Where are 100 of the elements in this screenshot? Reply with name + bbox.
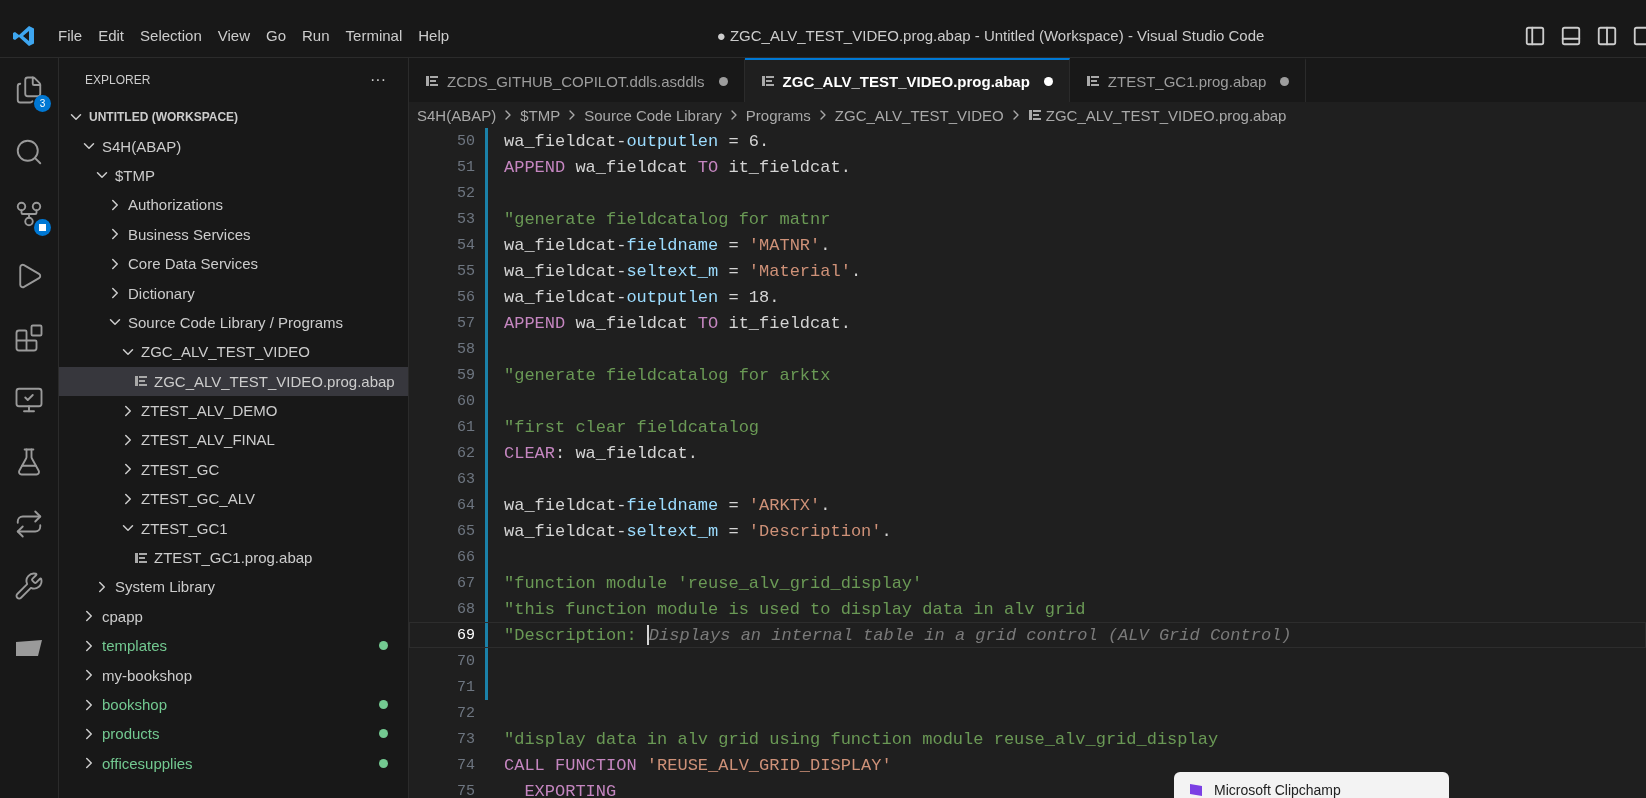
file-icon [1085,74,1100,88]
code-line: "Description: [504,625,638,645]
line-number: 57 [456,314,475,332]
tree-abap-entry[interactable]: ZTEST_GC1.prog.abap [59,542,408,573]
code-line: "first clear fieldcatalog [504,417,760,437]
search-icon[interactable] [14,137,44,167]
wrench-icon[interactable] [14,571,44,601]
tree-folder-entry[interactable]: $TMP [59,160,408,191]
line-number: 72 [456,704,475,722]
menu-item[interactable]: File [50,23,91,48]
item-label: Authorizations [128,196,224,214]
tree-folder-entry[interactable]: ZTEST_GC [59,454,408,485]
tree-folder-entry[interactable]: ZTEST_ALV_DEMO [59,395,408,426]
code-line: CLEAR: wa_fieldcat. [504,443,698,463]
tree-folder-entry[interactable]: cpapp [59,601,408,632]
menu-item[interactable]: Go [258,23,294,48]
code-line: wa_fieldcat-seltext_m = 'Description'. [504,521,892,541]
breadcrumb-item[interactable]: $TMP [520,106,561,124]
line-number: 65 [456,522,475,540]
item-label: Dictionary [128,284,195,302]
line-number: 59 [456,366,475,384]
editor-tab[interactable]: ZGC_ALV_TEST_VIDEO.prog.abap [744,58,1070,102]
breadcrumb-item[interactable]: ZGC_ALV_TEST_VIDEO [834,106,1004,124]
tree-folder-entry[interactable]: S4H(ABAP) [59,131,408,161]
sync-icon[interactable] [14,509,44,539]
breadcrumb-item[interactable]: ZGC_ALV_TEST_VIDEO.prog.abap [1045,106,1287,124]
line-number: 67 [456,574,475,592]
menu-item[interactable]: Selection [132,23,210,48]
code-line: "function module 'reuse_alv_grid_display' [504,573,923,593]
window-title: ● ZGC_ALV_TEST_VIDEO.prog.abap - Untitled (Workspace) - Visual Studio Code [716,27,1265,44]
tree-folder-entry[interactable]: Authorizations [59,190,408,220]
app-logo[interactable] [12,23,36,48]
line-number: 55 [456,262,475,280]
line-number: 51 [456,158,475,176]
line-number: 69 [456,626,475,644]
item-label: $TMP [115,166,155,184]
item-label: ZTEST_GC_ALV [141,490,255,508]
code-line: wa_fieldcat-outputlen = 18. [504,287,780,307]
menu-item[interactable]: Help [410,23,458,48]
more-actions[interactable]: ··· [370,71,386,89]
item-label: ZTEST_ALV_FINAL [141,431,275,449]
item-label: System Library [115,578,216,596]
source-control-icon[interactable] [14,199,44,229]
tree-folder-entry[interactable]: officesupplies [59,748,408,778]
tree-abap-entry[interactable]: ZGC_ALV_TEST_VIDEO.prog.abap [59,366,408,396]
breadcrumb-item[interactable]: Source Code Library [584,106,722,124]
tree-folder-entry[interactable]: templates [59,631,408,661]
code-line: wa_fieldcat-fieldname = 'MATNR'. [504,235,831,255]
line-number: 75 [456,782,475,798]
item-label: Business Services [128,225,251,243]
sidebar-title: EXPLORER [85,73,151,87]
item-label: ZTEST_ALV_DEMO [141,402,278,420]
file-icon [1027,108,1042,122]
item-label: UNTITLED (WORKSPACE) [89,109,239,124]
line-number: 52 [456,184,475,202]
file-icon [760,74,775,88]
tree-folder-entry[interactable]: UNTITLED (WORKSPACE) [59,102,408,132]
item-label: Core Data Services [128,255,259,273]
tree-folder-entry[interactable]: bookshop [59,689,408,720]
line-number: 62 [456,444,475,462]
item-label: Source Code Library / Programs [128,313,344,331]
remote-explorer-icon[interactable] [14,385,44,415]
breadcrumb-item[interactable]: Programs [745,106,811,124]
line-number: 71 [456,678,475,696]
status-dot [379,700,388,709]
notification-card[interactable]: Microsoft Clipchamp [1174,772,1449,798]
tree-folder-entry[interactable]: Source Code Library / Programs [59,307,408,338]
line-number: 64 [456,496,475,514]
tree-folder-entry[interactable]: System Library [59,572,408,602]
file-icon [134,550,148,565]
line-number: 61 [456,418,475,436]
menu-item[interactable]: Run [294,23,338,48]
tree-folder-entry[interactable]: products [59,719,408,749]
tree-folder-entry[interactable]: Dictionary [59,278,408,308]
extensions-icon[interactable] [14,323,44,353]
code-line: CALL FUNCTION 'REUSE_ALV_GRID_DISPLAY' [504,755,892,775]
status-dot [379,729,388,739]
code-line: wa_fieldcat-fieldname = 'ARKTX'. [504,495,831,515]
tree-folder-entry[interactable]: ZTEST_ALV_FINAL [59,425,408,455]
files-icon[interactable] [14,75,44,105]
item-label: products [102,725,160,743]
split-editor-icon[interactable] [1596,24,1618,47]
item-label: officesupplies [102,754,193,772]
panel-icon[interactable] [14,638,44,658]
menu-item[interactable]: Terminal [337,23,411,48]
tree-folder-entry[interactable]: ZTEST_GC_ALV [59,484,408,514]
tree-folder-entry[interactable]: my-bookshop [59,660,408,690]
line-number: 56 [456,288,475,306]
menu-item[interactable]: View [209,23,258,48]
menu-item[interactable]: Edit [90,23,133,48]
tree-folder-entry[interactable]: ZTEST_GC1 [59,513,408,543]
breadcrumb-item[interactable]: S4H(ABAP) [417,106,497,124]
tree-folder-entry[interactable]: Core Data Services [59,248,408,279]
item-label: ZGC_ALV_TEST_VIDEO.prog.abap [154,372,395,390]
item-label: cpapp [102,607,143,625]
tree-folder-entry[interactable]: ZGC_ALV_TEST_VIDEO [59,337,408,367]
toggle-sidebar-icon[interactable] [1524,24,1546,47]
line-number: 66 [456,548,475,566]
tree-folder-entry[interactable]: Business Services [59,219,408,249]
toggle-panel-icon[interactable] [1560,24,1582,47]
